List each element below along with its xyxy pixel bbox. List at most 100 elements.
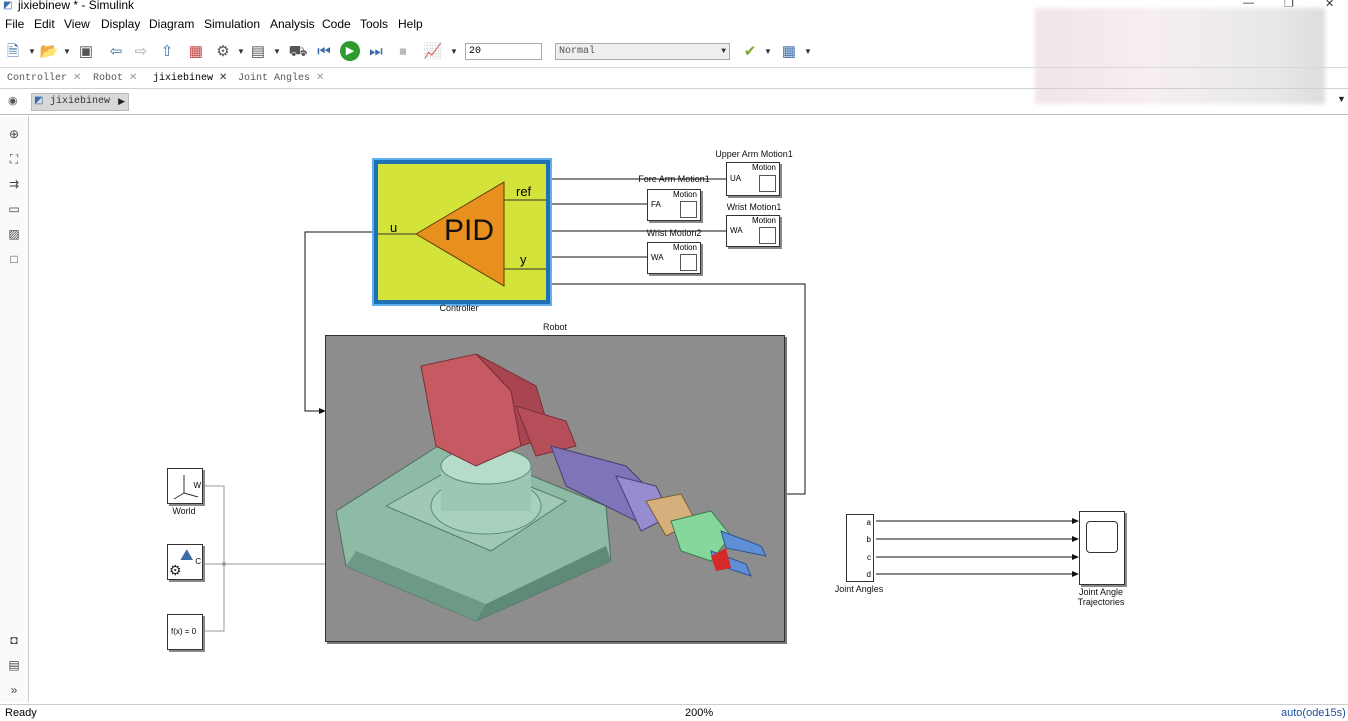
area-icon[interactable]: □: [5, 251, 23, 267]
zoom-icon[interactable]: ⊕: [5, 126, 23, 142]
tab-label: Joint Angles: [238, 73, 311, 84]
controller-block[interactable]: PID u ref y: [372, 158, 552, 306]
close-icon[interactable]: ✕: [219, 72, 227, 83]
zoom-level: 200%: [685, 707, 714, 719]
port-u: u: [390, 220, 398, 235]
menu-edit[interactable]: Edit: [34, 17, 55, 31]
scope-icon[interactable]: 📈: [423, 42, 443, 62]
back-icon[interactable]: ⇦: [106, 42, 126, 62]
run-icon[interactable]: ▶: [340, 41, 360, 61]
robot-arm-graphic: [335, 353, 767, 622]
chevron-down-icon[interactable]: ▼: [28, 42, 36, 62]
mechanism-config-block[interactable]: ⛰ ⚙ C: [167, 544, 203, 580]
record-icon[interactable]: ⛟: [288, 42, 308, 62]
port-ref: ref: [516, 184, 532, 199]
new-model-icon[interactable]: 🗎: [3, 42, 23, 62]
chevron-down-icon[interactable]: ▼: [1337, 94, 1346, 104]
model-canvas[interactable]: PID u ref y Controller Upper Arm Motion1…: [29, 116, 1348, 702]
camera-icon[interactable]: ◘: [5, 632, 23, 648]
model-tabs: Controller ✕ Robot ✕ jixiebinew ✕ Joint Ang…: [0, 70, 1348, 89]
tab-controller[interactable]: Controller ✕: [7, 72, 81, 84]
simulink-logo-icon: ◩: [3, 0, 13, 11]
tab-label: jixiebinew: [153, 73, 214, 84]
menu-view[interactable]: View: [64, 17, 90, 31]
chevron-down-icon[interactable]: ▼: [450, 42, 458, 62]
chevron-down-icon[interactable]: ▼: [237, 42, 245, 62]
port-y: y: [520, 252, 527, 267]
open-folder-icon[interactable]: 📂: [39, 42, 59, 62]
chevron-down-icon[interactable]: ▼: [804, 42, 812, 62]
save-icon[interactable]: ▣: [76, 42, 96, 62]
close-icon[interactable]: ✕: [73, 72, 81, 83]
motion-block-wrist-2[interactable]: Motion WA: [647, 242, 701, 274]
gear-icon[interactable]: ⚙: [213, 42, 233, 62]
solver-status[interactable]: auto(ode15s): [1281, 707, 1346, 719]
chevron-down-icon[interactable]: ▼: [63, 42, 71, 62]
explorer-bar-icon[interactable]: ▤: [5, 657, 23, 673]
stop-icon[interactable]: ⏹: [393, 42, 413, 62]
fit-view-icon[interactable]: ⛶: [5, 151, 23, 167]
menu-tools[interactable]: Tools: [360, 17, 388, 31]
motion-icon: [680, 254, 697, 271]
robot-block[interactable]: [325, 335, 785, 642]
scope-label: Joint Angle Trajectories: [1077, 587, 1125, 607]
step-forward-icon[interactable]: ⏭: [366, 42, 386, 62]
tab-label: Robot: [93, 73, 124, 84]
forward-icon[interactable]: ⇨: [131, 42, 151, 62]
world-label: World: [172, 506, 196, 516]
menu-analysis[interactable]: Analysis: [270, 17, 315, 31]
chevron-down-icon[interactable]: ▼: [273, 42, 281, 62]
motion-icon: [759, 175, 776, 192]
pid-label: PID: [444, 214, 495, 247]
close-button[interactable]: ✕: [1325, 0, 1334, 10]
breadcrumb-label: jixiebinew: [50, 96, 111, 107]
build-icon[interactable]: ▦: [779, 42, 799, 62]
expand-icon[interactable]: »: [5, 682, 23, 698]
model-advisor-icon[interactable]: ✔: [740, 42, 760, 62]
tab-joint-angles[interactable]: Joint Angles ✕: [238, 72, 324, 84]
model-explorer-icon[interactable]: ▤: [248, 42, 268, 62]
port-b: b: [866, 535, 871, 544]
motion-port: WA: [651, 253, 664, 262]
motion-icon: [759, 227, 776, 244]
simulation-mode-select[interactable]: Normal ▼: [555, 43, 730, 60]
sim-mode-value: Normal: [559, 46, 596, 57]
menu-file[interactable]: File: [5, 17, 24, 31]
controller-face: PID u ref y: [378, 164, 546, 300]
image-icon[interactable]: ▨: [5, 226, 23, 242]
library-browser-icon[interactable]: ▦: [186, 42, 206, 62]
close-icon[interactable]: ✕: [129, 72, 137, 83]
mechanism-icon: ⛰: [180, 547, 194, 564]
tab-jixiebinew[interactable]: jixiebinew ✕: [153, 72, 227, 84]
tab-label: Controller: [7, 73, 68, 84]
motion-inner-label: Motion: [672, 190, 697, 199]
menu-display[interactable]: Display: [101, 17, 140, 31]
motion-block-fore-arm[interactable]: Motion FA: [647, 189, 701, 221]
motion-block-upper-arm[interactable]: Motion UA: [726, 162, 780, 196]
controller-label: Controller: [439, 303, 479, 313]
robot-label: Robot: [542, 322, 568, 332]
stop-time-input[interactable]: 20: [465, 43, 542, 60]
annotation-icon[interactable]: ▭: [5, 201, 23, 217]
menu-code[interactable]: Code: [322, 17, 351, 31]
motion-title: Wrist Motion1: [726, 202, 782, 212]
menu-diagram[interactable]: Diagram: [149, 17, 194, 31]
step-back-icon[interactable]: ⏮: [314, 42, 334, 62]
motion-block-wrist-1[interactable]: Motion WA: [726, 215, 780, 247]
joint-angles-label: Joint Angles: [834, 584, 884, 594]
arrow-icon[interactable]: ⇉: [5, 176, 23, 192]
menu-help[interactable]: Help: [398, 17, 423, 31]
solver-config-block[interactable]: f(x) = 0: [167, 614, 203, 650]
chevron-down-icon[interactable]: ▼: [764, 42, 772, 62]
up-icon[interactable]: ⇧: [157, 42, 177, 62]
breadcrumb[interactable]: ◩ jixiebinew ▶: [31, 93, 130, 111]
motion-icon: [680, 201, 697, 218]
scope-block[interactable]: [1079, 511, 1125, 585]
hide-browser-icon[interactable]: ◉: [8, 94, 18, 107]
menu-simulation[interactable]: Simulation: [204, 17, 260, 31]
solver-port: C: [195, 557, 201, 566]
world-frame-block[interactable]: W: [167, 468, 203, 504]
joint-angles-block[interactable]: a b c d: [846, 514, 874, 582]
close-icon[interactable]: ✕: [316, 72, 324, 83]
tab-robot[interactable]: Robot ✕: [93, 72, 137, 84]
